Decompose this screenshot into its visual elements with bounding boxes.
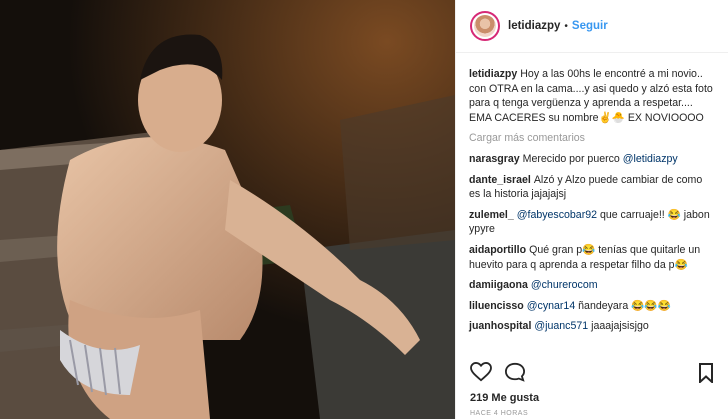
- comment-text: jaaajajsisjgo: [588, 320, 649, 333]
- instagram-post: letidiazpy • Seguir letidiazpy Hoy a las …: [0, 0, 728, 419]
- follow-button[interactable]: Seguir: [572, 20, 608, 32]
- post-side-panel: letidiazpy • Seguir letidiazpy Hoy a las …: [455, 0, 728, 419]
- comment-item: aidaportillo Qué gran p😂 tenías que quita…: [469, 243, 716, 272]
- header-separator: •: [564, 20, 568, 32]
- comment-mention[interactable]: @fabyescobar92: [517, 209, 597, 221]
- post-actions: [470, 361, 526, 387]
- bookmark-icon[interactable]: [698, 363, 714, 388]
- comment-username[interactable]: zulemel_: [469, 209, 514, 221]
- comment-username[interactable]: narasgray: [469, 153, 520, 165]
- post-photo[interactable]: [0, 0, 455, 419]
- comments-list[interactable]: letidiazpy Hoy a las 00hs le encontré a m…: [456, 53, 728, 367]
- comment-username[interactable]: liluencisso: [469, 300, 524, 312]
- comment-mention[interactable]: @juanc571: [534, 320, 588, 332]
- comment-item: narasgray Merecido por puerco @letidiazpy: [469, 152, 716, 167]
- comment-username[interactable]: damiigaona: [469, 279, 528, 291]
- comment-icon[interactable]: [504, 362, 526, 387]
- comment-mention[interactable]: @cynar14: [527, 300, 575, 312]
- header-username[interactable]: letidiazpy: [508, 20, 560, 32]
- post-header: letidiazpy • Seguir: [456, 0, 728, 53]
- heart-icon[interactable]: [470, 361, 492, 387]
- comment-item: zulemel_ @fabyescobar92 que carruaje!! 😂 …: [469, 208, 716, 237]
- avatar-image: [474, 15, 496, 37]
- post-photo-illustration: [0, 0, 455, 419]
- caption: letidiazpy Hoy a las 00hs le encontré a m…: [469, 67, 716, 125]
- comment-text: ñandeyara 😂😂😂: [575, 299, 671, 312]
- comment-item: dante_israel Alzó y Alzo puede cambiar de…: [469, 173, 716, 202]
- comment-username[interactable]: dante_israel: [469, 174, 531, 186]
- comment-item: liluencisso @cynar14 ñandeyara 😂😂😂: [469, 299, 716, 314]
- comment-item: damiigaona @churerocom: [469, 278, 716, 293]
- comment-item: juanhospital @juanc571 jaaajajsisjgo: [469, 319, 716, 334]
- comment-mention[interactable]: @letidiazpy: [623, 153, 678, 165]
- comment-username[interactable]: aidaportillo: [469, 244, 526, 256]
- likes-count[interactable]: 219 Me gusta: [470, 392, 539, 404]
- avatar[interactable]: [470, 11, 500, 41]
- comment-text: Merecido por puerco: [522, 152, 623, 165]
- load-more-comments[interactable]: Cargar más comentarios: [469, 131, 716, 146]
- comment-username[interactable]: juanhospital: [469, 320, 531, 332]
- comment-mention[interactable]: @churerocom: [531, 279, 598, 291]
- post-timestamp: HACE 4 HORAS: [470, 410, 529, 417]
- caption-username[interactable]: letidiazpy: [469, 68, 517, 80]
